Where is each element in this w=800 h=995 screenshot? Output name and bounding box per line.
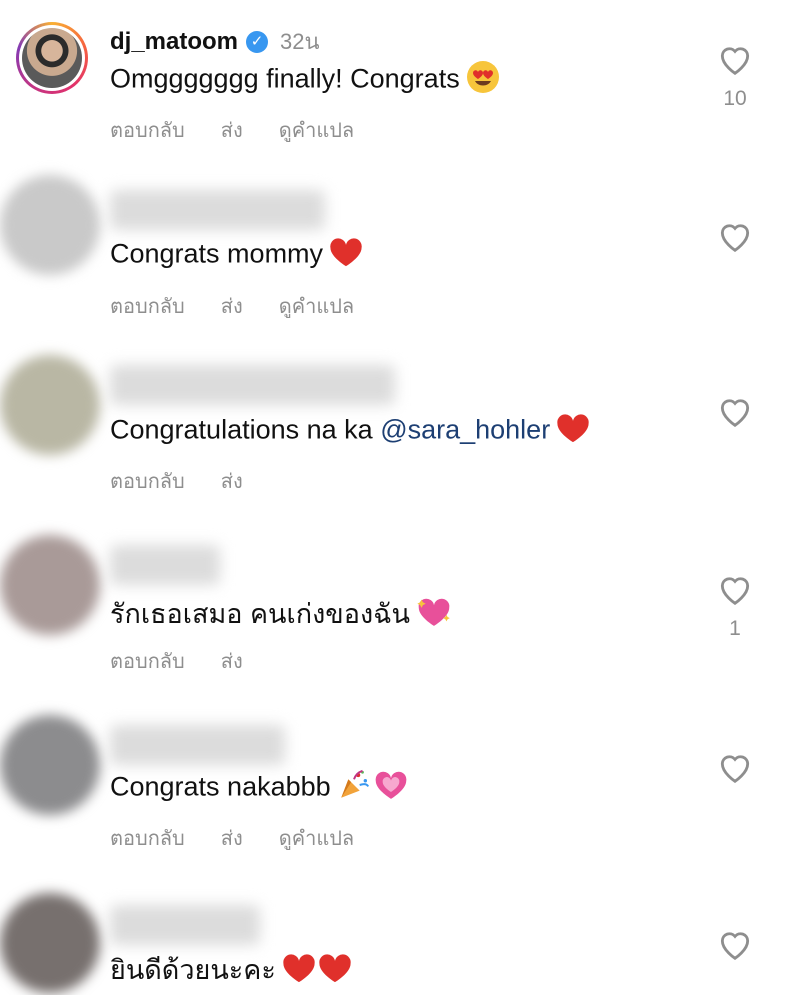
see-translation-button[interactable]: ดูคำแปล <box>279 822 354 854</box>
send-button[interactable]: ส่ง <box>221 114 243 146</box>
blurred-username[interactable] <box>110 905 260 945</box>
like-heart-icon[interactable] <box>716 925 754 963</box>
blurred-username[interactable] <box>110 725 285 765</box>
blurred-username[interactable] <box>110 365 395 405</box>
see-translation-button[interactable]: ดูคำแปล <box>279 114 354 146</box>
avatar[interactable] <box>0 535 100 635</box>
reply-button[interactable]: ตอบกลับ <box>110 822 185 854</box>
like-heart-icon[interactable] <box>716 748 754 786</box>
blurred-username[interactable] <box>110 545 220 585</box>
reply-button[interactable]: ตอบกลับ <box>110 290 185 322</box>
username[interactable]: dj_matoom <box>110 28 238 56</box>
like-heart-icon[interactable] <box>716 217 754 255</box>
red-heart-emoji-icon <box>329 236 363 275</box>
avatar[interactable] <box>0 893 100 993</box>
see-translation-button[interactable]: ดูคำแปล <box>279 290 354 322</box>
comment-text: Congrats nakabbb <box>110 768 409 809</box>
party-popper-emoji-icon <box>337 768 371 809</box>
send-button[interactable]: ส่ง <box>221 290 243 322</box>
mention-link[interactable]: @sara_hohler <box>380 415 550 445</box>
sparkling-heart-emoji-icon <box>416 596 452 635</box>
reply-button[interactable]: ตอบกลับ <box>110 645 185 677</box>
red-heart-emoji-icon <box>318 952 352 991</box>
send-button[interactable]: ส่ง <box>221 645 243 677</box>
avatar[interactable] <box>0 175 100 275</box>
reply-button[interactable]: ตอบกลับ <box>110 114 185 146</box>
comment-text: ยินดีด้วยนะคะ <box>110 948 352 991</box>
like-heart-icon[interactable] <box>716 570 754 608</box>
heart-eyes-emoji-icon <box>466 60 500 101</box>
reply-button[interactable]: ตอบกลับ <box>110 465 185 497</box>
blurred-username[interactable] <box>110 190 325 230</box>
comment-text: Congrats mommy <box>110 236 363 275</box>
sparkling-heart-emoji-icon <box>373 769 409 808</box>
red-heart-emoji-icon <box>282 952 316 991</box>
comment-text: รักเธอเสมอ คนเก่งของฉัน <box>110 592 452 635</box>
avatar[interactable] <box>0 715 100 815</box>
send-button[interactable]: ส่ง <box>221 465 243 497</box>
comment-text: Omggggggg finally! Congrats <box>110 60 500 101</box>
avatar[interactable] <box>0 355 100 455</box>
red-heart-emoji-icon <box>556 412 590 451</box>
timestamp: 32น <box>280 29 320 54</box>
like-count: 1 <box>729 617 741 640</box>
verified-badge-icon: ✓ <box>246 30 269 53</box>
like-count: 10 <box>723 87 747 110</box>
send-button[interactable]: ส่ง <box>221 822 243 854</box>
like-heart-icon[interactable] <box>716 392 754 430</box>
comment-text: Congratulations na ka @sara_hohler <box>110 412 590 451</box>
avatar[interactable] <box>16 22 88 94</box>
like-heart-icon[interactable] <box>716 40 754 78</box>
